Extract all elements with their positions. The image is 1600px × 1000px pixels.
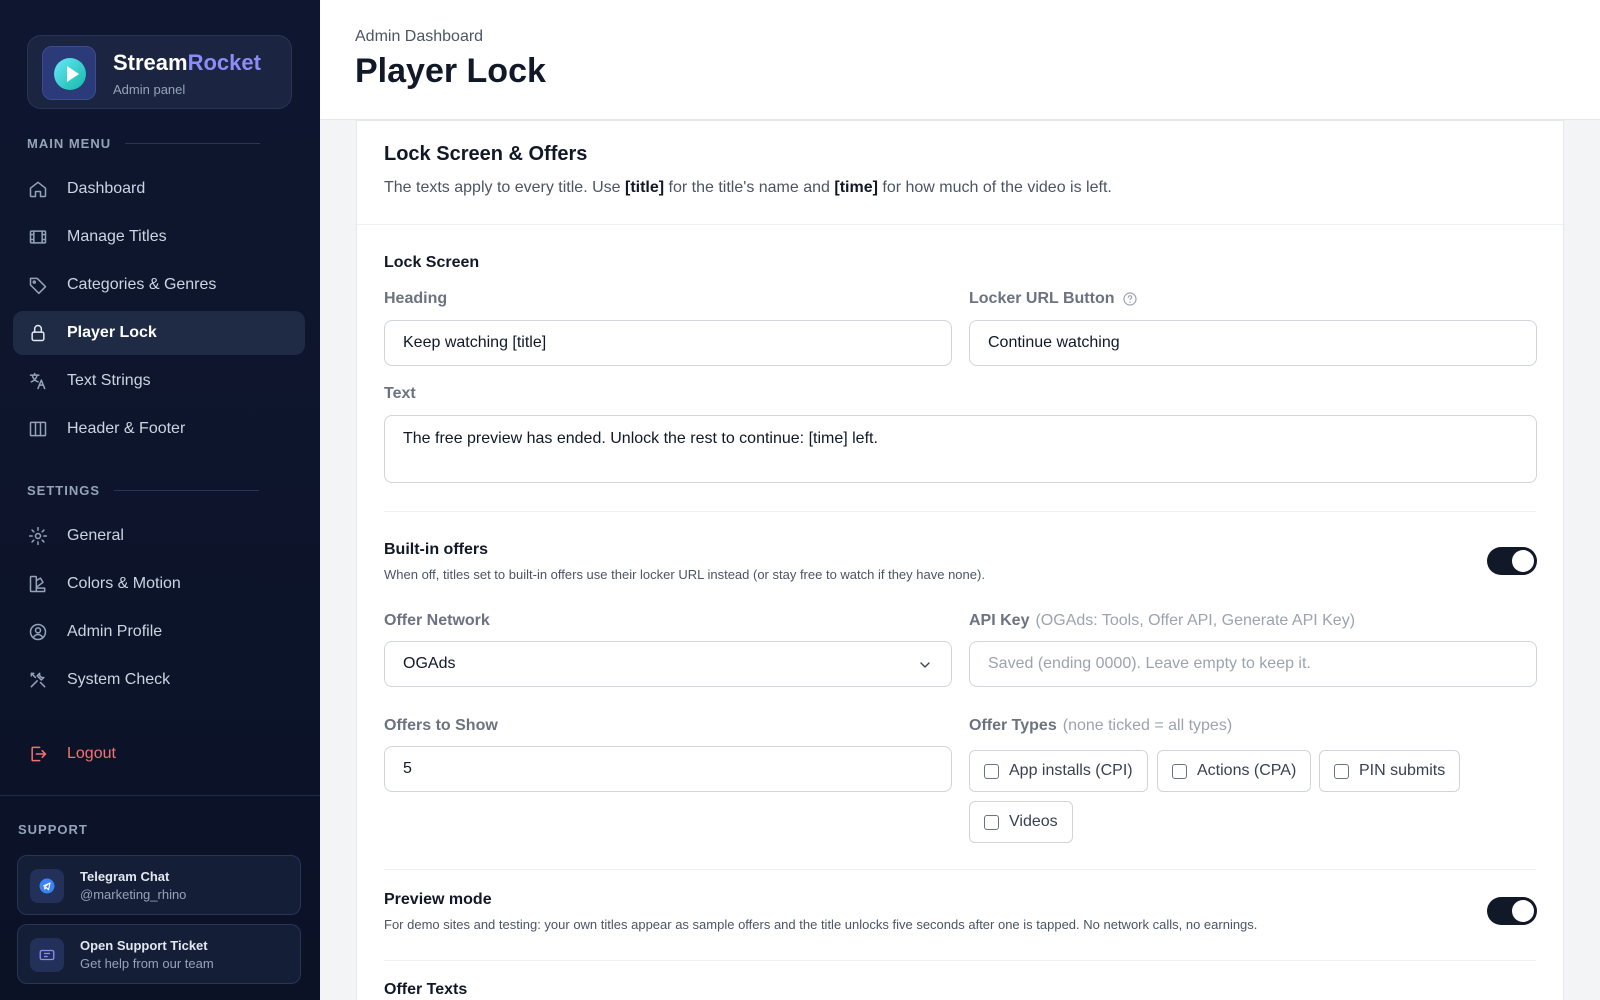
support-ticket-card[interactable]: Open Support Ticket Get help from our te… bbox=[17, 924, 301, 984]
gear-icon bbox=[27, 525, 49, 547]
checkbox-icon bbox=[984, 763, 999, 779]
offers-to-show-label: Offers to Show bbox=[384, 717, 498, 734]
offer-network-select[interactable]: OGAds bbox=[384, 641, 952, 687]
help-circle-icon[interactable] bbox=[1122, 291, 1138, 307]
tools-icon bbox=[27, 669, 49, 691]
brand-name: StreamRocket bbox=[113, 50, 261, 75]
offer-type-videos-checkbox[interactable]: Videos bbox=[969, 801, 1073, 843]
heading-input[interactable]: Keep watching [title] bbox=[384, 320, 952, 366]
logout-icon bbox=[27, 743, 49, 765]
page-header: Admin Dashboard Player Lock bbox=[320, 0, 1600, 120]
support-divider bbox=[0, 795, 320, 796]
sidebar-item-header-footer[interactable]: Header & Footer bbox=[13, 407, 305, 451]
offer-type-cpi-checkbox[interactable]: App installs (CPI) bbox=[969, 750, 1148, 792]
builtin-offers-title: Built-in offers bbox=[384, 541, 488, 558]
sidebar-item-dashboard[interactable]: Dashboard bbox=[13, 167, 305, 211]
checkbox-icon bbox=[1172, 763, 1187, 779]
breadcrumb[interactable]: Admin Dashboard bbox=[355, 28, 483, 46]
builtin-offers-toggle[interactable] bbox=[1487, 547, 1537, 575]
locker-url-button-input[interactable]: Continue watching bbox=[969, 320, 1537, 366]
columns-icon bbox=[27, 418, 49, 440]
heading-label: Heading bbox=[384, 290, 448, 307]
card-title: Lock Screen & Offers bbox=[384, 143, 588, 165]
sidebar: StreamRocket Admin panel MAIN MENU Dashb… bbox=[0, 0, 320, 1000]
api-key-input[interactable]: Saved (ending 0000). Leave empty to keep… bbox=[969, 641, 1537, 687]
sidebar-item-manage-titles[interactable]: Manage Titles bbox=[13, 215, 305, 259]
brand-logo-icon bbox=[42, 46, 96, 100]
card-header: Lock Screen & Offers The texts apply to … bbox=[357, 121, 1563, 225]
preview-mode-toggle[interactable] bbox=[1487, 897, 1537, 925]
preview-mode-description: For demo sites and testing: your own tit… bbox=[384, 917, 1258, 932]
card-description: The texts apply to every title. Use [tit… bbox=[384, 179, 1112, 196]
lock-screen-group-title: Lock Screen bbox=[384, 254, 480, 271]
offers-to-show-input[interactable]: 5 bbox=[384, 746, 952, 792]
sidebar-item-categories[interactable]: Categories & Genres bbox=[13, 263, 305, 307]
sidebar-item-colors-motion[interactable]: Colors & Motion bbox=[13, 562, 305, 606]
builtin-offers-description: When off, titles set to built-in offers … bbox=[384, 567, 985, 582]
home-icon bbox=[27, 178, 49, 200]
lock-screen-offers-card: Lock Screen & Offers The texts apply to … bbox=[356, 120, 1564, 1000]
text-label: Text bbox=[384, 385, 416, 402]
sidebar-item-system-check[interactable]: System Check bbox=[13, 658, 305, 702]
sidebar-item-player-lock[interactable]: Player Lock bbox=[13, 311, 305, 355]
api-key-label: API Key (OGAds: Tools, Offer API, Generat… bbox=[969, 612, 1356, 629]
telegram-icon bbox=[30, 869, 64, 903]
offer-types-label: Offer Types (none ticked = all types) bbox=[969, 717, 1233, 734]
page-title: Player Lock bbox=[355, 52, 546, 90]
lock-icon bbox=[27, 322, 49, 344]
sidebar-item-text-strings[interactable]: Text Strings bbox=[13, 359, 305, 403]
chevron-down-icon bbox=[917, 657, 933, 673]
film-icon bbox=[27, 226, 49, 248]
brand-card[interactable]: StreamRocket Admin panel bbox=[27, 35, 292, 109]
preview-mode-title: Preview mode bbox=[384, 891, 492, 908]
divider bbox=[384, 960, 1536, 961]
settings-label: SETTINGS bbox=[27, 483, 260, 498]
logout-button[interactable]: Logout bbox=[13, 732, 305, 776]
sidebar-item-general[interactable]: General bbox=[13, 514, 305, 558]
text-textarea[interactable]: The free preview has ended. Unlock the r… bbox=[384, 415, 1537, 483]
divider bbox=[384, 511, 1536, 512]
offer-type-cpa-checkbox[interactable]: Actions (CPA) bbox=[1157, 750, 1312, 792]
palette-icon bbox=[27, 573, 49, 595]
user-circle-icon bbox=[27, 621, 49, 643]
support-label: SUPPORT bbox=[18, 822, 88, 837]
sidebar-item-admin-profile[interactable]: Admin Profile bbox=[13, 610, 305, 654]
locker-url-button-label: Locker URL Button bbox=[969, 290, 1138, 308]
tag-icon bbox=[27, 274, 49, 296]
offer-type-pin-checkbox[interactable]: PIN submits bbox=[1319, 750, 1461, 792]
main-menu-label: MAIN MENU bbox=[27, 136, 261, 151]
translate-icon bbox=[27, 370, 49, 392]
checkbox-icon bbox=[984, 814, 999, 830]
brand-subtitle: Admin panel bbox=[113, 82, 186, 97]
offer-network-label: Offer Network bbox=[384, 612, 490, 629]
ticket-icon bbox=[30, 938, 64, 972]
divider bbox=[384, 869, 1536, 870]
offer-texts-title: Offer Texts bbox=[384, 981, 468, 998]
checkbox-icon bbox=[1334, 763, 1349, 779]
telegram-chat-card[interactable]: Telegram Chat @marketing_rhino bbox=[17, 855, 301, 915]
